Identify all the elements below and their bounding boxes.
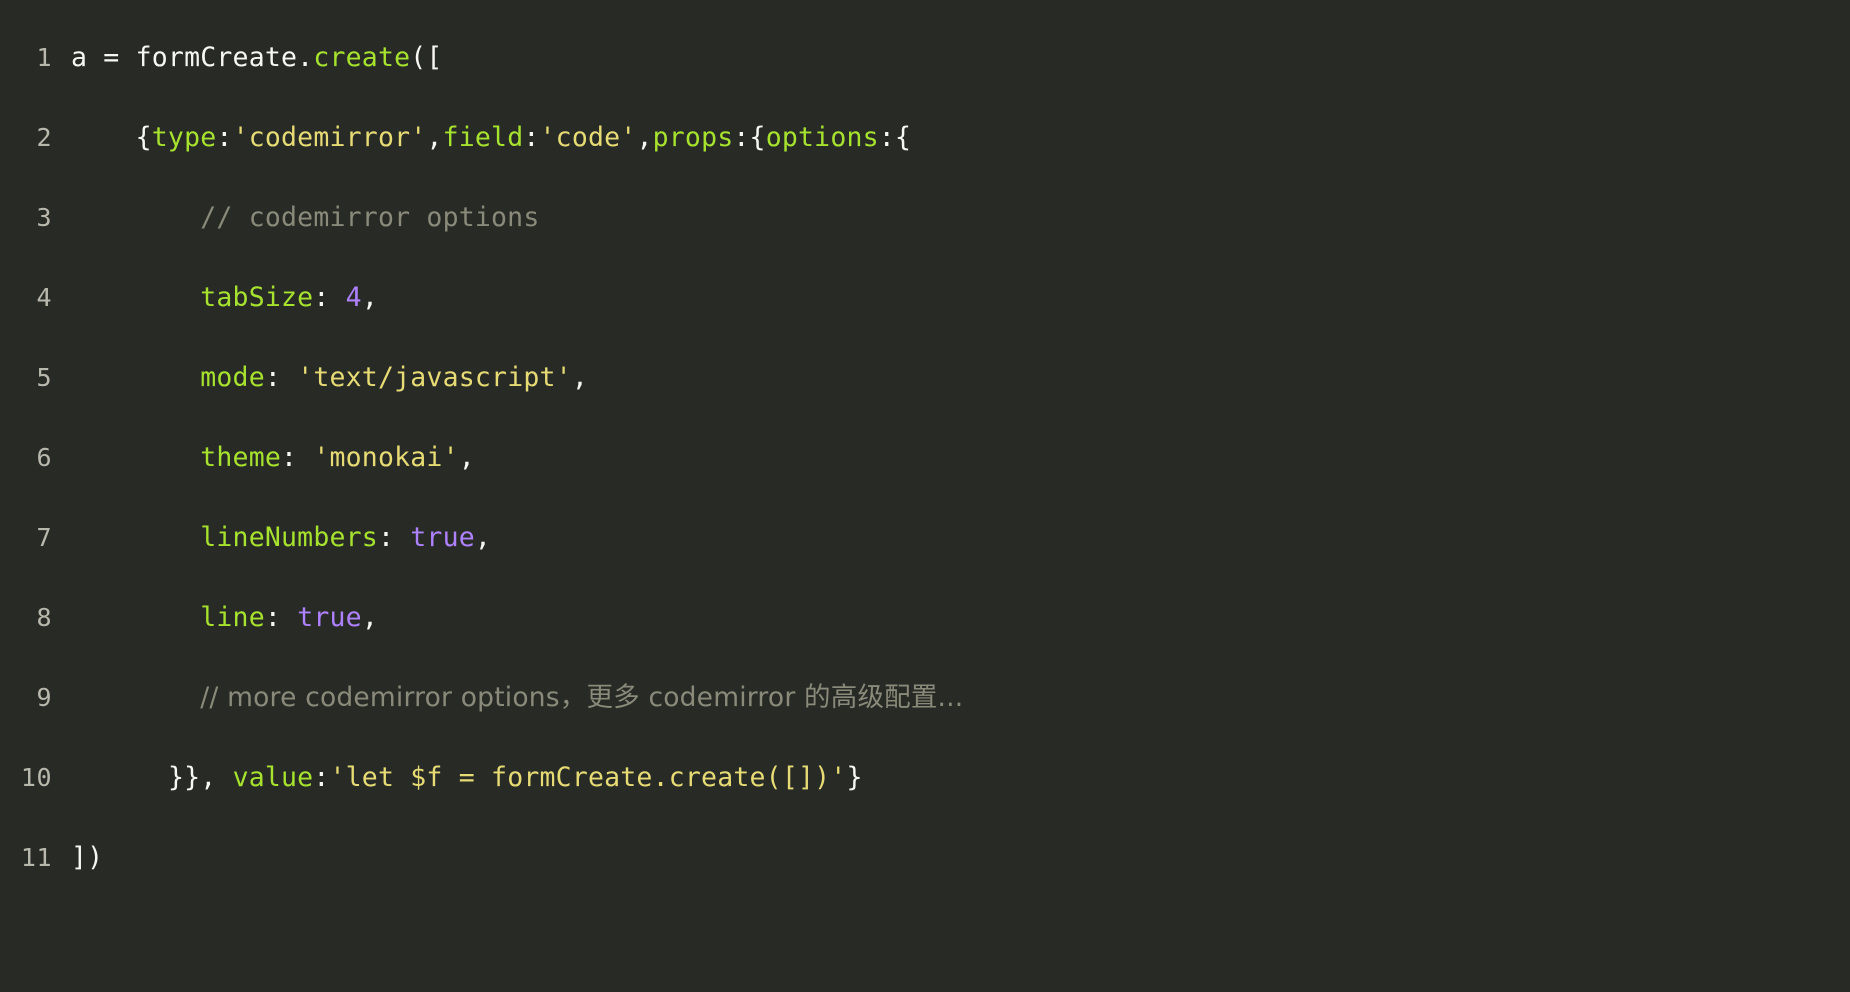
code-text[interactable]: // codemirror options [52,178,540,258]
code-line[interactable]: 4 tabSize: 4, [0,258,1850,338]
code-token-key: theme [200,442,282,473]
code-line[interactable]: 2 {type:'codemirror',field:'code',props:… [0,98,1850,178]
code-text[interactable]: theme: 'monokai', [52,418,475,498]
code-token-punct: , [361,602,378,633]
code-token-punct: } [846,762,863,793]
code-token-key: type [151,122,217,153]
code-line[interactable]: 10 }}, value:'let $f = formCreate.create… [0,738,1850,818]
code-token-punct: , [571,362,588,393]
code-token-punct: ]) [71,842,104,873]
code-text[interactable]: {type:'codemirror',field:'code',props:{o… [52,98,911,178]
code-token-punct: : [377,522,411,553]
code-token-bool: true [297,602,362,633]
code-text[interactable]: line: true, [52,578,378,658]
code-text[interactable]: ]) [52,818,103,898]
code-token-key: options [765,122,879,153]
code-token-key: mode [200,362,265,393]
code-token-key: field [442,122,524,153]
code-token-punct: , [361,282,378,313]
line-number: 1 [36,43,52,72]
code-token-key: tabSize [200,282,314,313]
code-token-punct: , [426,122,443,153]
code-text[interactable]: tabSize: 4, [52,258,378,338]
line-number: 6 [36,443,52,472]
code-token-key: value [232,762,314,793]
code-token-punct: , [636,122,653,153]
code-token-comment: // codemirror options [200,202,540,233]
code-token-punct: { [135,122,152,153]
line-number: 2 [36,123,52,152]
code-token-punct: : [281,442,314,473]
line-number: 10 [20,763,52,792]
code-line[interactable]: 7 lineNumbers: true, [0,498,1850,578]
code-line[interactable]: 5 mode: 'text/javascript', [0,338,1850,418]
code-token-plain: a = formCreate. [71,42,314,73]
code-token-punct: : [264,602,298,633]
code-text[interactable]: }}, value:'let $f = formCreate.create([]… [52,738,863,818]
code-lines-container[interactable]: 1a = formCreate.create([2 {type:'codemir… [0,18,1850,898]
code-line[interactable]: 6 theme: 'monokai', [0,418,1850,498]
code-token-key: props [652,122,734,153]
code-token-punct: :{ [733,122,766,153]
line-number: 8 [36,603,52,632]
code-token-punct: , [474,522,492,553]
code-text[interactable]: lineNumbers: true, [52,498,491,578]
code-text[interactable]: // more codemirror options，更多 codemirror… [52,658,963,738]
line-number: 3 [36,203,52,232]
code-line[interactable]: 8 line: true, [0,578,1850,658]
code-token-punct: : [313,282,346,313]
code-text[interactable]: a = formCreate.create([ [52,18,443,98]
code-token-key: lineNumbers [200,522,378,553]
code-token-punct: }}, [167,762,233,793]
line-number: 7 [36,523,52,552]
code-token-punct: :{ [878,122,912,153]
code-token-number: 4 [345,282,362,313]
line-number: 9 [36,683,52,712]
code-token-comment: // more codemirror options，更多 codemirror… [200,682,964,713]
code-token-bool: true [410,522,475,553]
code-line[interactable]: 11]) [0,818,1850,898]
code-token-punct: ([ [410,42,443,73]
code-token-punct: : [216,122,233,153]
line-number: 11 [20,843,52,872]
code-token-string: 'let $f = formCreate.create([])' [329,762,847,793]
code-editor[interactable]: 1a = formCreate.create([2 {type:'codemir… [0,0,1850,992]
code-token-fn: create [313,42,411,73]
code-token-string: 'codemirror' [232,122,427,153]
code-token-punct: : [523,122,540,153]
code-line[interactable]: 9 // more codemirror options，更多 codemirr… [0,658,1850,738]
code-token-punct: , [458,442,475,473]
code-token-key: line [200,602,265,633]
code-token-punct: : [264,362,298,393]
code-line[interactable]: 1a = formCreate.create([ [0,18,1850,98]
line-number: 5 [36,363,52,392]
code-token-string: 'code' [539,122,637,153]
code-token-string: 'monokai' [313,442,459,473]
code-line[interactable]: 3 // codemirror options [0,178,1850,258]
code-text[interactable]: mode: 'text/javascript', [52,338,588,418]
code-token-punct: : [313,762,330,793]
code-token-string: 'text/javascript' [297,362,572,393]
line-number: 4 [36,283,52,312]
